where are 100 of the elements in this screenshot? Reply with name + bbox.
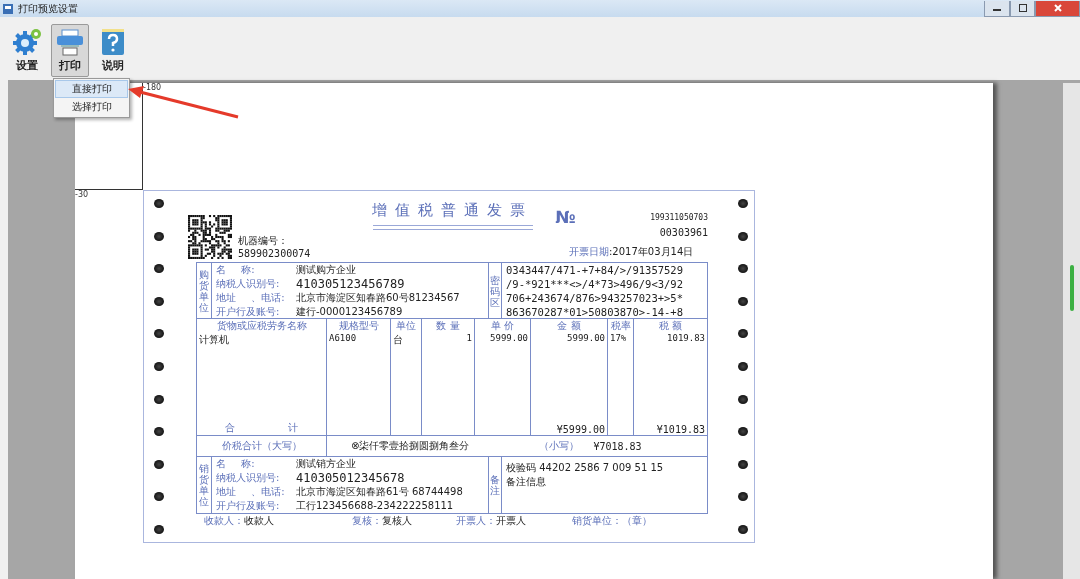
- table-cell-text: 17%: [610, 333, 628, 343]
- punch-hole: [154, 361, 164, 371]
- punch-hole: [738, 492, 748, 502]
- ruler-label: -30: [75, 190, 90, 199]
- cipher-text: 863670287*01>50803870>-14-+8: [506, 306, 684, 318]
- punch-hole: [154, 329, 164, 339]
- field-label: 地址 、电话:: [216, 291, 286, 305]
- total-value: ¥5999.00: [555, 424, 605, 435]
- punch-hole: [154, 394, 164, 404]
- menu-item[interactable]: 选择打印: [55, 98, 128, 116]
- close-icon: [1053, 4, 1062, 12]
- column-header: 单位: [395, 319, 417, 333]
- field-value: 建行-0000123456789: [296, 305, 403, 319]
- footer-value: 开票人: [496, 514, 526, 528]
- toolbar-button[interactable]: 打印: [51, 24, 89, 77]
- column-header: 金 额: [556, 319, 582, 333]
- table-cell-text: 1019.83: [666, 333, 705, 343]
- close-button[interactable]: [1035, 0, 1080, 17]
- total-value: ¥1019.83: [655, 424, 705, 435]
- field-label: 开户行及账号:: [216, 305, 281, 319]
- issue-date: :2017年03月14日: [609, 245, 694, 259]
- field-value: 410305123456789: [296, 277, 405, 291]
- small-amount-label: （小写）: [539, 439, 580, 453]
- punch-hole: [738, 524, 748, 534]
- field-label: 开户行及账号:: [216, 499, 281, 513]
- column-header: 单 价: [489, 319, 516, 333]
- punch-hole: [738, 427, 748, 437]
- footer-value: 收款人: [244, 514, 274, 528]
- table-cell-text: 计算机: [199, 333, 230, 347]
- section-label: 销货单位: [199, 463, 209, 507]
- field-value: 北京市海淀区知春路60号81234567: [296, 291, 460, 305]
- cipher-text: 706+243674/876>943257023+>5*: [506, 292, 684, 304]
- amount-in-figures: ¥7018.83: [593, 440, 642, 452]
- table-cell-text: 台: [393, 333, 404, 347]
- punch-hole: [738, 296, 748, 306]
- minimize-button[interactable]: [984, 0, 1010, 17]
- total-label: 合 计: [223, 421, 300, 435]
- table-cell-text: 5999.00: [566, 333, 605, 343]
- punch-hole: [154, 492, 164, 502]
- punch-hole: [154, 427, 164, 437]
- section-label: 密码区: [490, 274, 500, 308]
- field-value: 工行123456688-234222258111: [296, 499, 454, 513]
- punch-hole: [154, 264, 164, 274]
- column-header: 货物或应税劳务名称: [215, 319, 308, 333]
- gear-icon: [12, 28, 42, 56]
- scroll-thumb[interactable]: [1069, 265, 1074, 311]
- column-header: 数 量: [435, 319, 461, 333]
- column-header: 税 额: [657, 319, 684, 333]
- field-label: 名 称:: [216, 457, 256, 471]
- amount-in-words: ⊗柒仟零壹拾捌圆捌角叁分: [351, 439, 470, 453]
- field-value: 测试销方企业: [296, 457, 356, 471]
- footer-value: 复核人: [382, 514, 412, 528]
- footer-label: 复核：: [352, 514, 382, 528]
- app-icon: [2, 2, 14, 15]
- column-header: 税率: [610, 319, 631, 333]
- field-value: 测试购方企业: [296, 263, 356, 277]
- printer-icon: [55, 28, 85, 56]
- cipher-text: /9-*921***<>/4*73>496/9<3/92: [506, 278, 684, 290]
- ruler-label: -180: [143, 83, 163, 92]
- table-cell-text: 5999.00: [489, 333, 528, 343]
- punch-hole: [154, 296, 164, 306]
- menu-item[interactable]: 直接打印: [55, 80, 128, 98]
- maximize-button[interactable]: [1010, 0, 1035, 17]
- remark-text: 校验码 44202 2586 7 009 51 15: [506, 461, 665, 475]
- date-label: 开票日期: [569, 245, 609, 259]
- punch-hole: [154, 199, 164, 208]
- table-cell-text: 1: [465, 333, 472, 343]
- footer-label: 收款人：: [204, 514, 244, 528]
- field-label: 纳税人识别号:: [216, 471, 281, 485]
- remark-text: 备注信息: [506, 475, 547, 489]
- toolbar-button[interactable]: 说明: [94, 24, 132, 77]
- punch-hole: [738, 459, 748, 469]
- machine-number: 589902300074: [238, 248, 312, 259]
- grand-total-label: 价税合计（大写）: [221, 439, 302, 453]
- punch-hole: [738, 199, 748, 208]
- punch-hole: [738, 361, 748, 371]
- punch-hole: [154, 459, 164, 469]
- invoice-code: 199311050703: [650, 212, 708, 222]
- field-value: 北京市海淀区知春路61号 68744498: [296, 485, 463, 499]
- footer-label: 销货单位：（章）: [572, 514, 652, 528]
- punch-hole: [738, 394, 748, 404]
- field-label: 名 称:: [216, 263, 256, 277]
- scrollbar[interactable]: [1063, 83, 1080, 579]
- machine-label: 机器编号：: [238, 234, 289, 248]
- number-mark: №: [555, 207, 576, 227]
- punch-hole: [738, 231, 748, 241]
- section-label: 备注: [490, 474, 500, 496]
- section-label: 购货单位: [199, 269, 209, 313]
- window-title: 打印预览设置: [18, 1, 79, 16]
- punch-hole: [738, 264, 748, 274]
- punch-hole: [738, 329, 748, 339]
- cipher-text: 0343447/471-+7+84/>/91357529: [506, 264, 684, 276]
- footer-label: 开票人：: [456, 514, 496, 528]
- invoice-number: 00303961: [659, 227, 708, 238]
- punch-hole: [154, 524, 164, 534]
- qr-code: [188, 215, 232, 259]
- punch-hole: [154, 231, 164, 241]
- toolbar-button[interactable]: 设置: [8, 24, 46, 77]
- table-cell-text: A6100: [329, 333, 358, 343]
- field-label: 地址 、电话:: [216, 485, 286, 499]
